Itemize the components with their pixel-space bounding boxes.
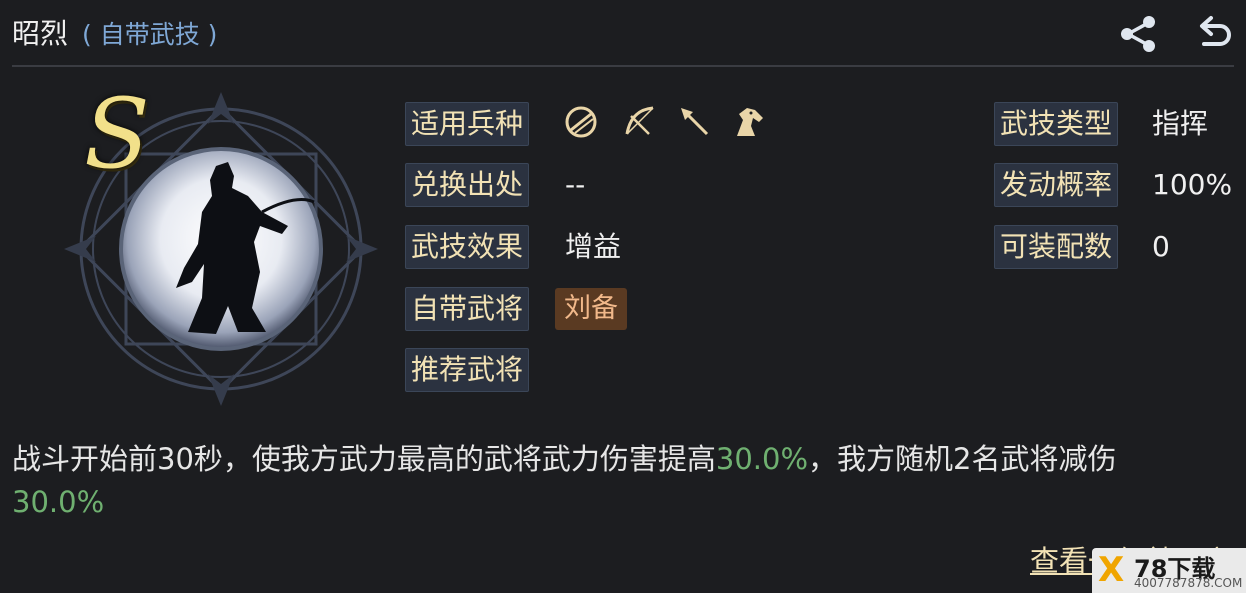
- bow-icon: [625, 106, 654, 135]
- source-label: 兑换出处: [405, 163, 530, 207]
- description-text: ，我方随机2名武将减伤: [808, 442, 1117, 476]
- owner-general-tag[interactable]: 刘备: [555, 288, 627, 330]
- back-icon[interactable]: [1192, 12, 1236, 56]
- description-text: 战斗开始前30秒，使我方武力最高的武将武力伤害提高: [12, 442, 716, 476]
- watermark-site: 4007787878.COM: [1134, 576, 1243, 590]
- spear-icon: [681, 108, 709, 136]
- recommended-general-label: 推荐武将: [405, 348, 530, 392]
- skill-type-label: 武技类型: [994, 102, 1119, 146]
- watermark-logo: X: [1098, 550, 1125, 590]
- effect-value: 增益: [565, 230, 622, 263]
- skill-description: 战斗开始前30秒，使我方武力最高的武将武力伤害提高30.0%，我方随机2名武将减…: [12, 438, 1234, 524]
- header-divider: [12, 65, 1234, 67]
- horse-icon: [737, 108, 763, 136]
- shield-icon: [565, 106, 597, 138]
- equip-slots-value: 0: [1152, 230, 1170, 263]
- description-highlight: 30.0%: [12, 485, 105, 519]
- owner-general-label: 自带武将: [405, 287, 530, 331]
- header: 昭烈 ( 自带武技 ): [0, 0, 1246, 67]
- share-icon[interactable]: [1117, 12, 1161, 56]
- page-subtitle: ( 自带武技 ): [82, 20, 218, 49]
- page-title: 昭烈: [12, 17, 69, 50]
- skill-detail-page: 昭烈 ( 自带武技 ) S 适用兵种 兑换出处 -- 武技效果 增益 自带武将 …: [0, 0, 1246, 593]
- source-value: --: [565, 168, 586, 201]
- trigger-chance-label: 发动概率: [994, 163, 1119, 207]
- description-highlight: 30.0%: [715, 442, 809, 476]
- equip-slots-label: 可装配数: [994, 225, 1119, 269]
- skill-grade: S: [84, 78, 150, 190]
- skill-type-value: 指挥: [1152, 107, 1209, 140]
- troop-type-label: 适用兵种: [405, 102, 530, 146]
- effect-label: 武技效果: [405, 225, 530, 269]
- trigger-chance-value: 100%: [1152, 168, 1233, 201]
- watermark: X 78下载 4007787878.COM: [1092, 548, 1246, 593]
